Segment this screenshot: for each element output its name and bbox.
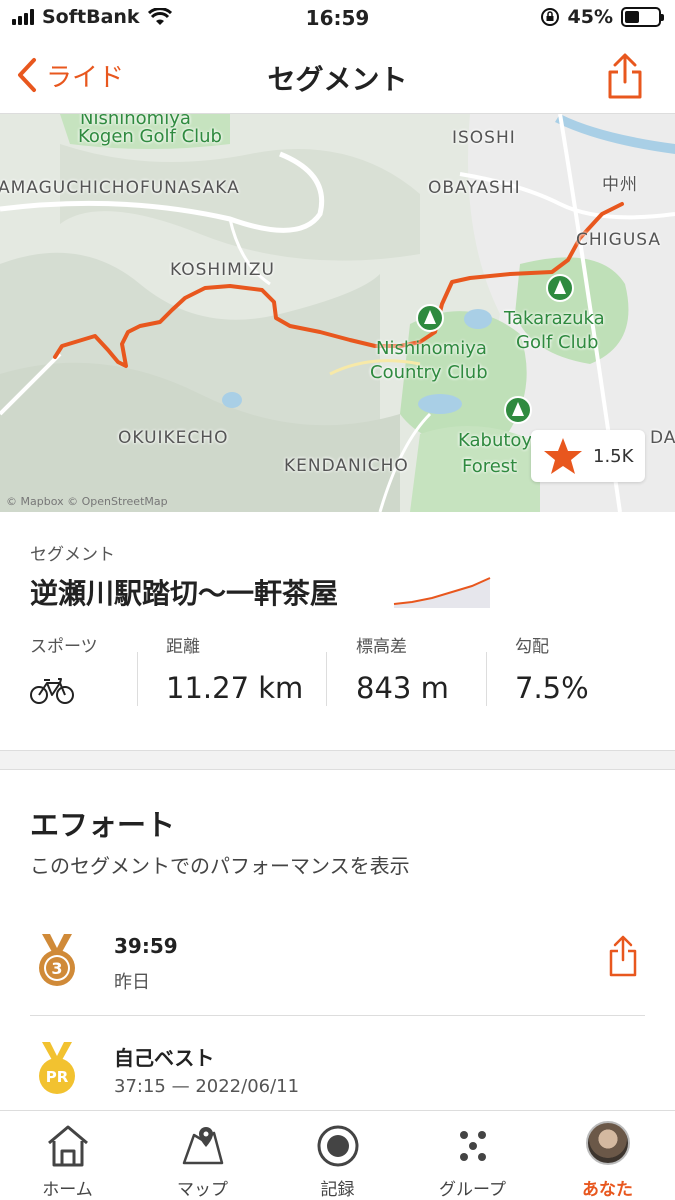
tab-home-label: ホーム [42, 1180, 93, 1200]
map-icon [182, 1127, 224, 1165]
stat-elevation: 標高差 843 m [356, 632, 449, 705]
bike-icon [30, 678, 74, 704]
star-segment-button[interactable]: 1.5K [531, 430, 645, 482]
share-icon[interactable] [605, 52, 645, 100]
tab-home[interactable]: ホーム [0, 1111, 135, 1200]
stat-distance: 距離 11.27 km [166, 632, 303, 705]
tab-groups[interactable]: グループ [405, 1111, 540, 1200]
home-icon [48, 1125, 88, 1167]
efforts-title: エフォート [30, 808, 176, 842]
stat-divider [137, 652, 138, 706]
distance-label: 距離 [166, 637, 200, 657]
tab-record[interactable]: 記録 [270, 1111, 405, 1200]
map-label-takarazuka-1: Takarazuka [504, 308, 605, 329]
effort-date: 昨日 [114, 972, 150, 993]
avatar [586, 1121, 630, 1165]
tab-record-label: 記録 [320, 1180, 355, 1200]
tab-you-label: あなた [582, 1180, 633, 1200]
map-label-kabuto-2: Forest [462, 456, 518, 477]
map-attribution[interactable]: © Mapbox © OpenStreetMap [6, 495, 168, 508]
map-label-kendanicho: KENDANICHO [284, 456, 409, 476]
stat-grade: 勾配 7.5% [515, 632, 589, 705]
page-title: セグメント [267, 63, 408, 96]
map-label-da: DA [650, 428, 675, 448]
segment-info: セグメント 逆瀬川駅踏切〜一軒茶屋 スポーツ 距離 11.27 km 標高差 8… [0, 512, 675, 750]
map-label-kabuto-1: Kabutoy [458, 430, 533, 451]
pr-medal-icon: PR [39, 1042, 75, 1094]
grade-label: 勾配 [515, 637, 549, 657]
tab-maps-label: マップ [177, 1180, 228, 1200]
tab-you[interactable]: あなた [540, 1111, 675, 1200]
record-icon [317, 1125, 359, 1167]
status-bar: SoftBank 16:59 45% [0, 0, 675, 40]
star-count: 1.5K [593, 445, 634, 467]
distance-value: 11.27 km [166, 671, 304, 705]
sport-label: スポーツ [30, 637, 98, 657]
row-divider [30, 1015, 645, 1016]
grade-value: 7.5% [515, 671, 589, 705]
efforts-subtitle: このセグメントでのパフォーマンスを表示 [30, 854, 410, 878]
pr-badge-text: PR [46, 1068, 69, 1086]
stat-divider [486, 652, 487, 706]
stat-sport: スポーツ [30, 632, 98, 709]
medal-rank: 3 [51, 959, 62, 978]
group-icon [460, 1131, 486, 1161]
tab-groups-label: グループ [439, 1180, 506, 1200]
tab-bar: ホーム マップ 記録 グループ あなた [0, 1110, 675, 1200]
share-effort-icon[interactable] [607, 934, 639, 978]
tab-maps[interactable]: マップ [135, 1111, 270, 1200]
effort-row[interactable]: 3 39:59 昨日 [30, 932, 645, 1022]
segment-stats: スポーツ 距離 11.27 km 標高差 843 m 勾配 7.5% [0, 632, 675, 712]
park-icon [546, 274, 574, 302]
map-label-yamaguchi: AMAGUCHICHOFUNASAKA [0, 178, 240, 198]
map-label-isoshi: ISOSHI [452, 128, 516, 148]
battery-percent: 45% [567, 6, 613, 28]
park-icon [416, 304, 444, 332]
map-label-nakasu: 中州 [602, 175, 638, 195]
battery-icon [621, 7, 664, 27]
map-label-chigusa: CHIGUSA [576, 230, 662, 250]
section-separator [0, 750, 675, 770]
map-label-kogen-golf-2: Kogen Golf Club [78, 126, 222, 147]
effort-time: 39:59 [114, 934, 178, 958]
nav-bar: ライド セグメント [0, 40, 675, 114]
map-label-nishinomiya-cc-1: Nishinomiya [376, 338, 487, 359]
elevation-profile-thumbnail [393, 577, 491, 608]
star-icon [544, 438, 582, 474]
rotation-lock-icon [540, 8, 559, 26]
elevation-label: 標高差 [356, 637, 407, 657]
personal-best-detail: 37:15 — 2022/06/11 [114, 1076, 300, 1097]
map-label-koshimizu: KOSHIMIZU [170, 260, 275, 280]
map-label-okuikecho: OKUIKECHO [118, 428, 229, 448]
stat-divider [326, 652, 327, 706]
elevation-value: 843 m [356, 671, 449, 705]
personal-best-label: 自己ベスト [114, 1046, 215, 1070]
segment-name: 逆瀬川駅踏切〜一軒茶屋 [30, 577, 339, 610]
bronze-medal-icon: 3 [39, 934, 75, 986]
status-right: 45% [540, 6, 664, 28]
map-label-takarazuka-2: Golf Club [516, 332, 599, 353]
park-icon [504, 396, 532, 424]
map-label-nishinomiya-cc-2: Country Club [370, 362, 488, 383]
segment-map[interactable]: Nishinomiya Kogen Golf Club ISOSHI AMAGU… [0, 114, 675, 512]
map-label-obayashi: OBAYASHI [428, 178, 521, 198]
segment-kicker: セグメント [30, 545, 115, 565]
